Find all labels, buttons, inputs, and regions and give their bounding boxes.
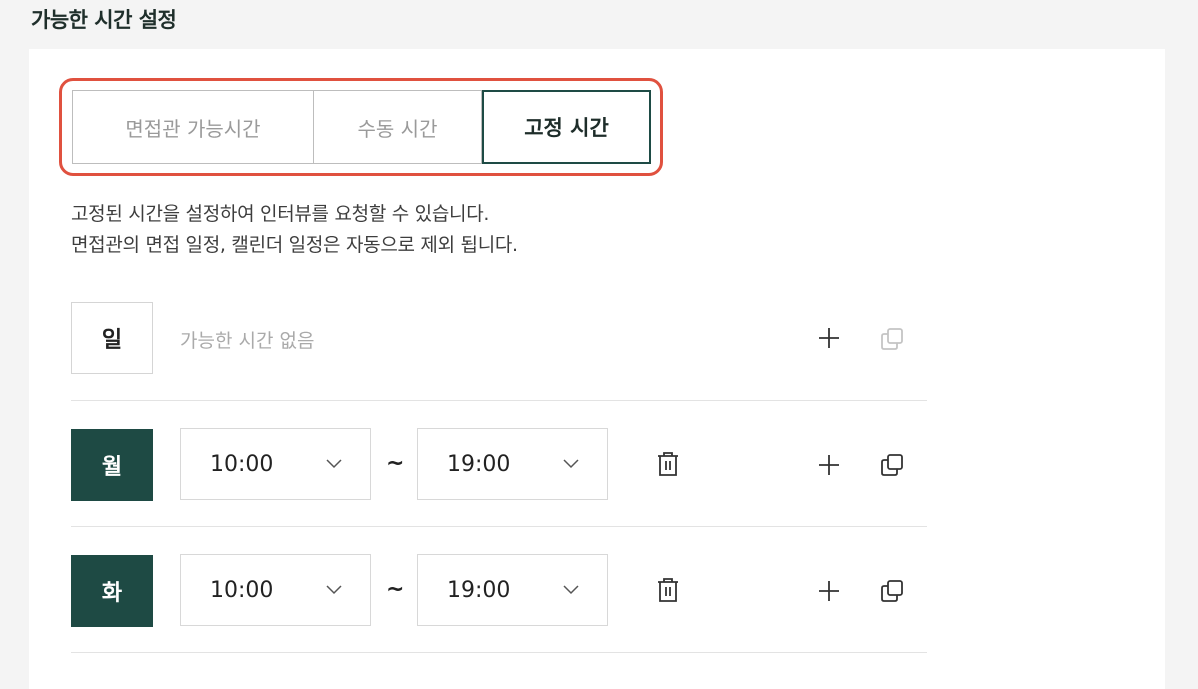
chevron-down-icon: [563, 585, 579, 595]
description-line-1: 고정된 시간을 설정하여 인터뷰를 요청할 수 있습니다.: [71, 203, 490, 225]
copy-icon[interactable]: [879, 578, 905, 604]
plus-icon[interactable]: [816, 452, 842, 478]
chevron-down-icon: [326, 585, 342, 595]
day-badge-monday: 월: [71, 429, 153, 501]
plus-icon[interactable]: [816, 578, 842, 604]
description: 고정된 시간을 설정하여 인터뷰를 요청할 수 있습니다. 면접관의 면접 일정…: [71, 199, 518, 261]
chevron-down-icon: [326, 459, 342, 469]
end-time-value: 19:00: [447, 577, 511, 603]
end-time-value: 19:00: [447, 451, 511, 477]
start-time-value: 10:00: [210, 451, 274, 477]
time-mode-tabs: 면접관 가능시간 수동 시간 고정 시간: [72, 90, 651, 164]
copy-icon[interactable]: [879, 452, 905, 478]
day-badge-sunday: 일: [71, 302, 153, 374]
no-time-text: 가능한 시간 없음: [180, 330, 315, 352]
tab-fixed-time[interactable]: 고정 시간: [482, 90, 651, 164]
copy-icon[interactable]: [879, 326, 905, 352]
day-row-sunday: 일 가능한 시간 없음: [71, 275, 927, 401]
day-badge-tuesday: 화: [71, 555, 153, 627]
start-time-select[interactable]: 10:00: [180, 428, 371, 500]
start-time-select[interactable]: 10:00: [180, 554, 371, 626]
end-time-select[interactable]: 19:00: [417, 554, 608, 626]
trash-icon[interactable]: [656, 577, 680, 603]
start-time-value: 10:00: [210, 577, 274, 603]
plus-icon[interactable]: [816, 325, 842, 351]
chevron-down-icon: [563, 459, 579, 469]
description-line-2: 면접관의 면접 일정, 캘린더 일정은 자동으로 제외 됩니다.: [71, 234, 518, 256]
tab-manual-time[interactable]: 수동 시간: [314, 90, 482, 164]
trash-icon[interactable]: [656, 451, 680, 477]
end-time-select[interactable]: 19:00: [417, 428, 608, 500]
page-title: 가능한 시간 설정: [31, 8, 177, 32]
tab-interviewer-availability[interactable]: 면접관 가능시간: [72, 90, 314, 164]
day-row-tuesday: 화 10:00 ~ 19:00: [71, 527, 927, 653]
time-range-separator: ~: [386, 451, 405, 476]
day-row-monday: 월 10:00 ~ 19:00: [71, 401, 927, 527]
time-range-separator: ~: [386, 577, 405, 602]
